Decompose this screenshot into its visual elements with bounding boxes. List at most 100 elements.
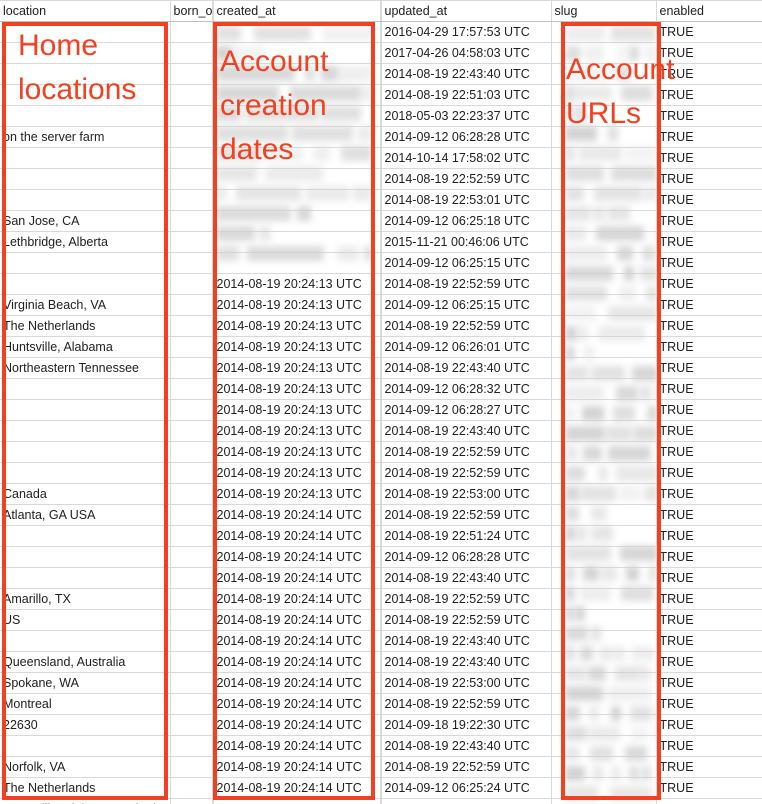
cell-updated-at[interactable]: 2014-08-19 22:43:40 UTC bbox=[381, 735, 552, 757]
cell-born-on[interactable] bbox=[170, 168, 213, 190]
cell-updated-at[interactable]: 2014-09-12 06:25:18 UTC bbox=[381, 210, 552, 232]
cell-born-on[interactable] bbox=[170, 315, 213, 337]
cell-updated-at[interactable]: 2014-08-19 22:52:59 UTC bbox=[381, 168, 552, 190]
cell-slug[interactable] bbox=[551, 399, 657, 421]
cell-location[interactable] bbox=[0, 63, 171, 85]
cell-enabled[interactable]: TRUE bbox=[656, 252, 762, 274]
cell-updated-at[interactable]: 2014-09-12 06:25:15 UTC bbox=[381, 252, 552, 274]
cell-born-on[interactable] bbox=[170, 588, 213, 610]
cell-location[interactable]: Atlanta, GA USA bbox=[0, 504, 171, 526]
cell-created-at[interactable] bbox=[213, 63, 381, 85]
cell-slug[interactable] bbox=[551, 84, 657, 106]
cell-created-at[interactable]: 2014-08-19 20:24:14 UTC bbox=[213, 777, 381, 799]
cell-slug[interactable] bbox=[551, 231, 657, 253]
cell-location[interactable]: Huntsville, Alabama bbox=[0, 336, 171, 358]
cell-born-on[interactable] bbox=[170, 798, 213, 804]
cell-born-on[interactable] bbox=[170, 378, 213, 400]
cell-slug[interactable] bbox=[551, 609, 657, 631]
cell-enabled[interactable]: TRUE bbox=[656, 42, 762, 64]
cell-location[interactable] bbox=[0, 147, 171, 169]
cell-born-on[interactable] bbox=[170, 651, 213, 673]
column-header-created-at[interactable]: created_at bbox=[213, 0, 381, 22]
cell-enabled[interactable]: TRUE bbox=[656, 357, 762, 379]
cell-location[interactable]: US bbox=[0, 609, 171, 631]
cell-created-at[interactable]: 2014-08-19 20:24:14 UTC bbox=[213, 630, 381, 652]
cell-location[interactable]: 22630 bbox=[0, 714, 171, 736]
cell-updated-at[interactable]: 2014-08-19 22:52:59 UTC bbox=[381, 462, 552, 484]
cell-slug[interactable] bbox=[551, 630, 657, 652]
cell-location[interactable] bbox=[0, 735, 171, 757]
cell-slug[interactable] bbox=[551, 357, 657, 379]
cell-enabled[interactable]: TRUE bbox=[656, 777, 762, 799]
cell-slug[interactable] bbox=[551, 147, 657, 169]
cell-slug[interactable] bbox=[551, 42, 657, 64]
cell-updated-at[interactable]: 2014-08-19 22:52:59 UTC bbox=[381, 315, 552, 337]
cell-enabled[interactable]: TRUE bbox=[656, 462, 762, 484]
cell-location[interactable] bbox=[0, 399, 171, 421]
cell-updated-at[interactable]: 2017-04-26 04:58:03 UTC bbox=[381, 42, 552, 64]
cell-updated-at[interactable]: 2014-08-19 22:52:59 UTC bbox=[381, 756, 552, 778]
cell-updated-at[interactable]: 2014-08-19 22:43:40 UTC bbox=[381, 567, 552, 589]
cell-slug[interactable] bbox=[551, 714, 657, 736]
cell-location[interactable]: Northeastern Tennessee bbox=[0, 357, 171, 379]
cell-location[interactable]: The Netherlands bbox=[0, 315, 171, 337]
cell-born-on[interactable] bbox=[170, 399, 213, 421]
cell-enabled[interactable]: TRUE bbox=[656, 735, 762, 757]
column-header-slug[interactable]: slug bbox=[551, 0, 657, 22]
cell-created-at[interactable] bbox=[213, 126, 381, 148]
cell-created-at[interactable]: 2014-08-19 20:24:14 UTC bbox=[213, 672, 381, 694]
cell-updated-at[interactable]: 2014-09-12 06:28:28 UTC bbox=[381, 126, 552, 148]
cell-updated-at[interactable]: 2014-08-19 22:52:59 UTC bbox=[381, 273, 552, 295]
cell-enabled[interactable]: TRUE bbox=[656, 441, 762, 463]
cell-updated-at[interactable]: 2014-08-19 22:52:59 UTC bbox=[381, 441, 552, 463]
cell-location[interactable]: Canada bbox=[0, 483, 171, 505]
cell-born-on[interactable] bbox=[170, 42, 213, 64]
cell-born-on[interactable] bbox=[170, 294, 213, 316]
cell-slug[interactable] bbox=[551, 546, 657, 568]
cell-created-at[interactable] bbox=[213, 210, 381, 232]
cell-born-on[interactable] bbox=[170, 735, 213, 757]
cell-location[interactable] bbox=[0, 42, 171, 64]
cell-location[interactable]: The Netherlands bbox=[0, 777, 171, 799]
cell-updated-at[interactable]: 2014-08-19 22:53:01 UTC bbox=[381, 189, 552, 211]
cell-location[interactable]: Montreal bbox=[0, 693, 171, 715]
cell-location[interactable] bbox=[0, 420, 171, 442]
cell-born-on[interactable] bbox=[170, 420, 213, 442]
cell-enabled[interactable]: TRUE bbox=[656, 294, 762, 316]
cell-location[interactable]: San Jose, CA bbox=[0, 210, 171, 232]
cell-enabled[interactable]: TRUE bbox=[656, 504, 762, 526]
cell-created-at[interactable]: 2014-08-19 20:24:13 UTC bbox=[213, 336, 381, 358]
cell-slug[interactable] bbox=[551, 252, 657, 274]
cell-enabled[interactable]: TRUE bbox=[656, 273, 762, 295]
cell-born-on[interactable] bbox=[170, 357, 213, 379]
cell-created-at[interactable] bbox=[213, 231, 381, 253]
cell-created-at[interactable]: 2014-08-19 20:24:14 UTC bbox=[213, 609, 381, 631]
cell-enabled[interactable]: TRUE bbox=[656, 84, 762, 106]
cell-created-at[interactable]: 2014-08-19 20:24:14 UTC bbox=[213, 504, 381, 526]
cell-enabled[interactable]: TRUE bbox=[656, 693, 762, 715]
cell-location[interactable]: Lethbridge, Alberta bbox=[0, 231, 171, 253]
cell-updated-at[interactable]: 2014-09-12 06:25:15 UTC bbox=[381, 294, 552, 316]
cell-enabled[interactable]: TRUE bbox=[656, 483, 762, 505]
cell-updated-at[interactable]: 2014-09-12 06:25:24 UTC bbox=[381, 777, 552, 799]
cell-created-at[interactable] bbox=[213, 147, 381, 169]
cell-created-at[interactable] bbox=[213, 168, 381, 190]
cell-location[interactable] bbox=[0, 252, 171, 274]
cell-updated-at[interactable]: 2014-08-19 22:51:24 UTC bbox=[381, 525, 552, 547]
column-header-updated-at[interactable]: updated_at bbox=[381, 0, 552, 22]
cell-born-on[interactable] bbox=[170, 777, 213, 799]
cell-created-at[interactable]: 2014-08-19 20:24:13 UTC bbox=[213, 294, 381, 316]
cell-born-on[interactable] bbox=[170, 210, 213, 232]
cell-location[interactable] bbox=[0, 525, 171, 547]
cell-location[interactable] bbox=[0, 21, 171, 43]
cell-enabled[interactable]: TRUE bbox=[656, 546, 762, 568]
cell-created-at[interactable]: 2014-08-19 20:24:13 UTC bbox=[213, 357, 381, 379]
cell-enabled[interactable]: TRUE bbox=[656, 21, 762, 43]
cell-created-at[interactable] bbox=[213, 42, 381, 64]
cell-enabled[interactable]: TRUE bbox=[656, 231, 762, 253]
cell-enabled[interactable]: TRUE bbox=[656, 168, 762, 190]
cell-updated-at[interactable]: 2014-08-19 22:53:00 UTC bbox=[381, 672, 552, 694]
cell-created-at[interactable]: 2014-08-19 20:24:14 UTC bbox=[213, 693, 381, 715]
column-header-born-on[interactable]: born_on bbox=[170, 0, 213, 22]
cell-updated-at[interactable]: 2014-09-12 06:28:27 UTC bbox=[381, 399, 552, 421]
